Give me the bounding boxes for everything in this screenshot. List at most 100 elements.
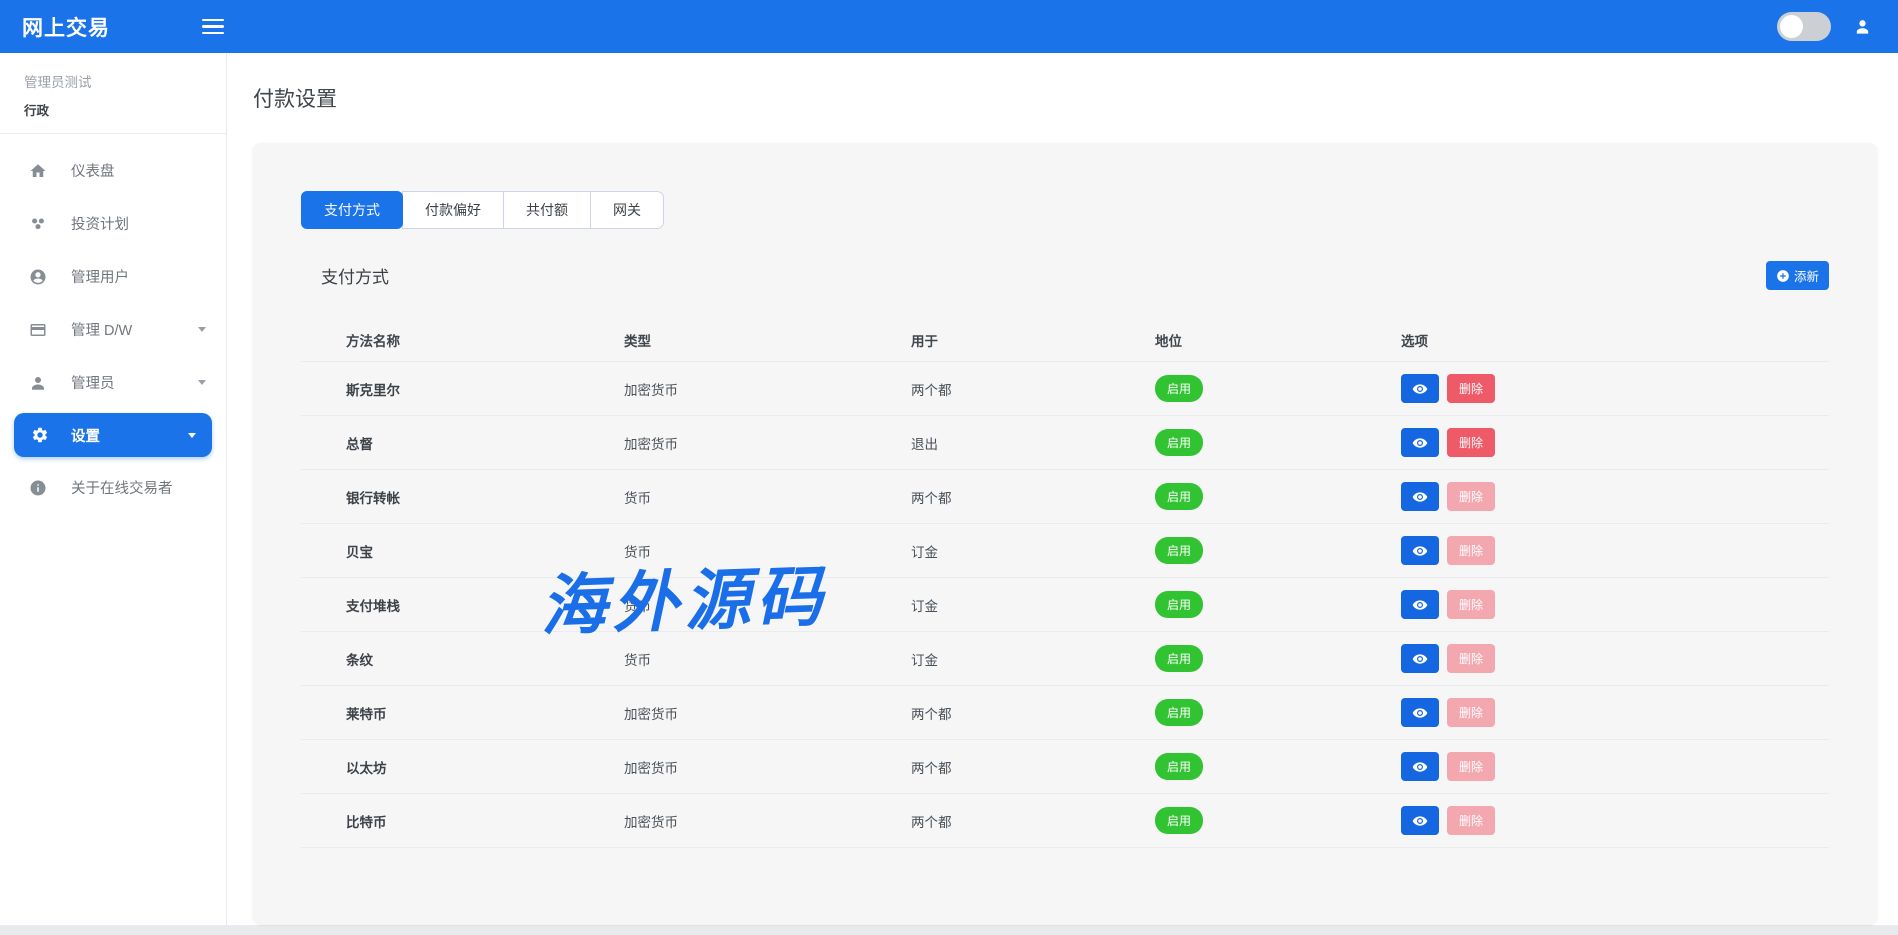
card-icon xyxy=(28,321,48,339)
eye-icon xyxy=(1412,489,1428,505)
column-header-4: 地位 xyxy=(1155,330,1401,350)
view-button[interactable] xyxy=(1401,644,1439,673)
eye-icon xyxy=(1412,705,1428,721)
status-badge: 启用 xyxy=(1155,645,1203,672)
page-title: 付款设置 xyxy=(253,83,1877,113)
method-name: 条纹 xyxy=(301,649,624,669)
method-used-for: 两个都 xyxy=(911,703,1155,723)
admin-role: 行政 xyxy=(24,100,202,119)
view-button[interactable] xyxy=(1401,752,1439,781)
method-name: 莱特币 xyxy=(301,703,624,723)
delete-button[interactable]: 删除 xyxy=(1447,536,1495,565)
table-row-2: 总督加密货币退出启用删除 xyxy=(301,416,1829,470)
sidebar-item-label: 管理用户 xyxy=(71,266,129,287)
plus-circle-icon xyxy=(1776,269,1790,283)
method-used-for: 订金 xyxy=(911,649,1155,669)
hamburger-menu-icon[interactable] xyxy=(202,19,224,34)
method-type: 加密货币 xyxy=(624,433,911,453)
sidebar-item-label: 管理 D/W xyxy=(71,319,132,340)
sidebar-item-6[interactable]: 设置 xyxy=(14,413,212,457)
method-type: 加密货币 xyxy=(624,811,911,831)
table-row-3: 银行转帐货币两个都启用删除 xyxy=(301,470,1829,524)
chevron-down-icon xyxy=(188,433,196,438)
section-title: 支付方式 xyxy=(301,263,389,288)
tab-2[interactable]: 付款偏好 xyxy=(402,191,504,229)
status-badge: 启用 xyxy=(1155,753,1203,780)
sidebar-item-label: 关于在线交易者 xyxy=(71,477,173,498)
method-type: 货币 xyxy=(624,649,911,669)
delete-button[interactable]: 删除 xyxy=(1447,590,1495,619)
sidebar-item-label: 仪表盘 xyxy=(71,160,115,181)
status-badge: 启用 xyxy=(1155,537,1203,564)
admin-name: 管理员测试 xyxy=(24,71,202,91)
status-badge: 启用 xyxy=(1155,429,1203,456)
add-new-button[interactable]: 添新 xyxy=(1766,261,1829,290)
method-name: 贝宝 xyxy=(301,541,624,561)
column-header-2: 类型 xyxy=(624,330,911,350)
method-used-for: 退出 xyxy=(911,433,1155,453)
view-button[interactable] xyxy=(1401,590,1439,619)
eye-icon xyxy=(1412,381,1428,397)
delete-button[interactable]: 删除 xyxy=(1447,374,1495,403)
tab-4[interactable]: 网关 xyxy=(590,191,664,229)
theme-toggle[interactable] xyxy=(1777,12,1831,41)
sidebar-item-label: 管理员 xyxy=(71,372,115,393)
user-icon[interactable] xyxy=(1853,17,1872,36)
eye-icon xyxy=(1412,435,1428,451)
eye-icon xyxy=(1412,813,1428,829)
table-body: 斯克里尔加密货币两个都启用删除总督加密货币退出启用删除银行转帐货币两个都启用删除… xyxy=(301,362,1829,848)
sidebar-item-label: 投资计划 xyxy=(71,213,129,234)
eye-icon xyxy=(1412,759,1428,775)
sidebar-item-2[interactable]: 投资计划 xyxy=(0,197,226,250)
user-circle-icon xyxy=(28,268,48,286)
table-row-4: 贝宝货币订金启用删除 xyxy=(301,524,1829,578)
method-name: 银行转帐 xyxy=(301,487,624,507)
status-badge: 启用 xyxy=(1155,699,1203,726)
sidebar-item-label: 设置 xyxy=(71,425,100,446)
tab-group: 支付方式付款偏好共付额网关 xyxy=(301,191,664,229)
view-button[interactable] xyxy=(1401,536,1439,565)
status-badge: 启用 xyxy=(1155,483,1203,510)
delete-button[interactable]: 删除 xyxy=(1447,482,1495,511)
eye-icon xyxy=(1412,597,1428,613)
method-name: 斯克里尔 xyxy=(301,379,624,399)
view-button[interactable] xyxy=(1401,806,1439,835)
status-badge: 启用 xyxy=(1155,807,1203,834)
payment-methods-table: 方法名称类型用于地位选项 斯克里尔加密货币两个都启用删除总督加密货币退出启用删除… xyxy=(301,318,1829,848)
method-type: 加密货币 xyxy=(624,703,911,723)
method-name: 比特币 xyxy=(301,811,624,831)
table-row-8: 以太坊加密货币两个都启用删除 xyxy=(301,740,1829,794)
method-used-for: 订金 xyxy=(911,541,1155,561)
method-used-for: 两个都 xyxy=(911,811,1155,831)
method-used-for: 订金 xyxy=(911,595,1155,615)
delete-button[interactable]: 删除 xyxy=(1447,698,1495,727)
table-row-7: 莱特币加密货币两个都启用 删除 xyxy=(301,686,1829,740)
sidebar-item-4[interactable]: 管理 D/W xyxy=(0,303,226,356)
view-button[interactable] xyxy=(1401,482,1439,511)
add-new-label: 添新 xyxy=(1794,266,1819,285)
delete-button[interactable]: 删除 xyxy=(1447,806,1495,835)
info-icon xyxy=(28,479,48,497)
top-navbar: 网上交易 xyxy=(0,0,1898,53)
delete-button[interactable]: 删除 xyxy=(1447,428,1495,457)
eye-icon xyxy=(1412,651,1428,667)
settings-card: 支付方式付款偏好共付额网关 支付方式 添新 方法名称类型用于地位选项 斯克里尔加… xyxy=(253,143,1877,924)
method-type: 加密货币 xyxy=(624,379,911,399)
delete-button[interactable]: 删除 xyxy=(1447,644,1495,673)
sidebar-item-3[interactable]: 管理用户 xyxy=(0,250,226,303)
sidebar-user-block: 管理员测试 行政 xyxy=(0,71,226,134)
tab-3[interactable]: 共付额 xyxy=(503,191,591,229)
view-button[interactable] xyxy=(1401,698,1439,727)
delete-button[interactable]: 删除 xyxy=(1447,752,1495,781)
table-row-9: 比特币加密货币两个都启用 删除 xyxy=(301,794,1829,848)
tab-1[interactable]: 支付方式 xyxy=(301,191,403,229)
person-icon xyxy=(28,374,48,392)
app-window: 网上交易 管理员测试 行政 仪表盘投资计划管理用户管理 D/W 管理员设置关于在线… xyxy=(0,0,1898,925)
view-button[interactable] xyxy=(1401,428,1439,457)
method-name: 以太坊 xyxy=(301,757,624,777)
view-button[interactable] xyxy=(1401,374,1439,403)
column-header-5: 选项 xyxy=(1401,330,1829,350)
sidebar-item-1[interactable]: 仪表盘 xyxy=(0,144,226,197)
sidebar-item-5[interactable]: 管理员 xyxy=(0,356,226,409)
sidebar-item-7[interactable]: 关于在线交易者 xyxy=(0,461,226,514)
